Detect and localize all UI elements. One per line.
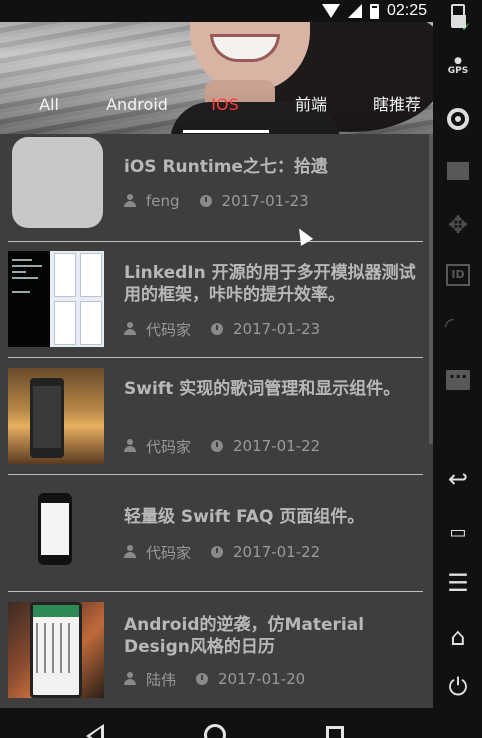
clock-icon (211, 440, 224, 452)
recent-apps-icon[interactable]: ▭ (445, 520, 471, 546)
emulator-side-rail: ✓ ●GPS ✥ ID ◜ ↩ ▭ ☰ ⌂ ⏻ (433, 0, 482, 738)
emulator-stage: 02:25 All Android IOS 前端 瞎推荐 iOS Runtime… (0, 0, 482, 738)
menu-icon[interactable]: ☰ (445, 570, 471, 596)
tab-recommend[interactable]: 瞎推荐 (362, 86, 432, 134)
article-author: 代码家 (146, 320, 192, 339)
move-icon[interactable]: ✥ (445, 212, 471, 238)
back-icon[interactable]: ↩ (445, 466, 471, 492)
nav-recents-icon[interactable] (326, 726, 344, 738)
power-icon[interactable]: ⏻ (445, 674, 471, 700)
user-icon (124, 672, 136, 686)
article-title: 轻量级 Swift FAQ 页面组件。 (124, 507, 365, 527)
article-thumbnail (8, 602, 104, 698)
id-icon[interactable]: ID (446, 264, 470, 286)
article-author: 代码家 (146, 543, 192, 562)
clock-icon (211, 546, 224, 558)
article-thumbnail (8, 251, 104, 347)
list-item[interactable]: LinkedIn 开源的用于多开模拟器测试用的框架，咔咔的提升效率。 代码家 2… (0, 242, 433, 358)
article-title: Swift 实现的歌词管理和显示组件。 (124, 379, 401, 399)
clock-icon (199, 195, 212, 207)
signal-icon (347, 4, 362, 18)
article-list: iOS Runtime之七：拾遗 feng 2017-01-23 LinkedI… (0, 134, 433, 708)
list-item[interactable]: Swift 实现的歌词管理和显示组件。 代码家 2017-01-22 (0, 358, 433, 474)
message-icon[interactable] (446, 367, 470, 390)
nav-home-icon[interactable] (204, 724, 226, 738)
tab-android[interactable]: Android (96, 86, 178, 134)
article-author: 代码家 (146, 437, 192, 456)
article-title: iOS Runtime之七：拾遗 (124, 157, 328, 177)
user-icon (124, 194, 136, 208)
article-date: 2017-01-23 (233, 320, 321, 338)
article-thumbnail (8, 368, 104, 464)
navigation-bar (0, 708, 433, 738)
clapperboard-icon[interactable] (447, 162, 469, 180)
status-time: 02:25 (386, 2, 427, 19)
camera-icon[interactable] (447, 108, 469, 130)
article-title: LinkedIn 开源的用于多开模拟器测试用的框架，咔咔的提升效率。 (124, 263, 416, 305)
clock-icon (196, 673, 209, 685)
clock-icon (211, 323, 224, 335)
article-author: feng (146, 192, 180, 210)
home-icon[interactable]: ⌂ (445, 624, 471, 650)
battery-icon[interactable]: ✓ (451, 4, 471, 34)
article-thumbnail (12, 137, 103, 228)
list-item[interactable]: 轻量级 Swift FAQ 页面组件。 代码家 2017-01-22 (0, 475, 433, 591)
wifi-icon (321, 4, 340, 18)
tab-frontend[interactable]: 前端 (282, 86, 340, 134)
tab-indicator (183, 130, 269, 133)
rss-icon[interactable]: ◜ (445, 314, 471, 340)
list-item[interactable]: iOS Runtime之七：拾遗 feng 2017-01-23 (0, 134, 433, 241)
article-date: 2017-01-23 (221, 192, 309, 210)
article-author: 陆伟 (146, 670, 177, 689)
article-date: 2017-01-22 (233, 543, 321, 561)
user-icon (124, 439, 136, 453)
nav-back-icon[interactable] (86, 724, 104, 738)
list-item[interactable]: Android的逆袭，仿Material Design风格的日历 陆伟 2017… (0, 592, 433, 708)
tab-all[interactable]: All (24, 86, 74, 134)
user-icon (124, 322, 136, 336)
article-date: 2017-01-20 (218, 670, 306, 688)
status-bar: 02:25 (0, 0, 433, 22)
category-tabs: All Android IOS 前端 瞎推荐 (0, 86, 433, 134)
article-title: Android的逆袭，仿Material Design风格的日历 (124, 615, 365, 657)
article-thumbnail (8, 491, 104, 587)
user-icon (124, 545, 136, 559)
battery-icon (369, 3, 379, 19)
gps-icon[interactable]: ● GPS (445, 56, 471, 82)
tab-ios[interactable]: IOS (196, 86, 254, 134)
phone-screen: 02:25 All Android IOS 前端 瞎推荐 iOS Runtime… (0, 0, 433, 708)
article-date: 2017-01-22 (233, 437, 321, 455)
